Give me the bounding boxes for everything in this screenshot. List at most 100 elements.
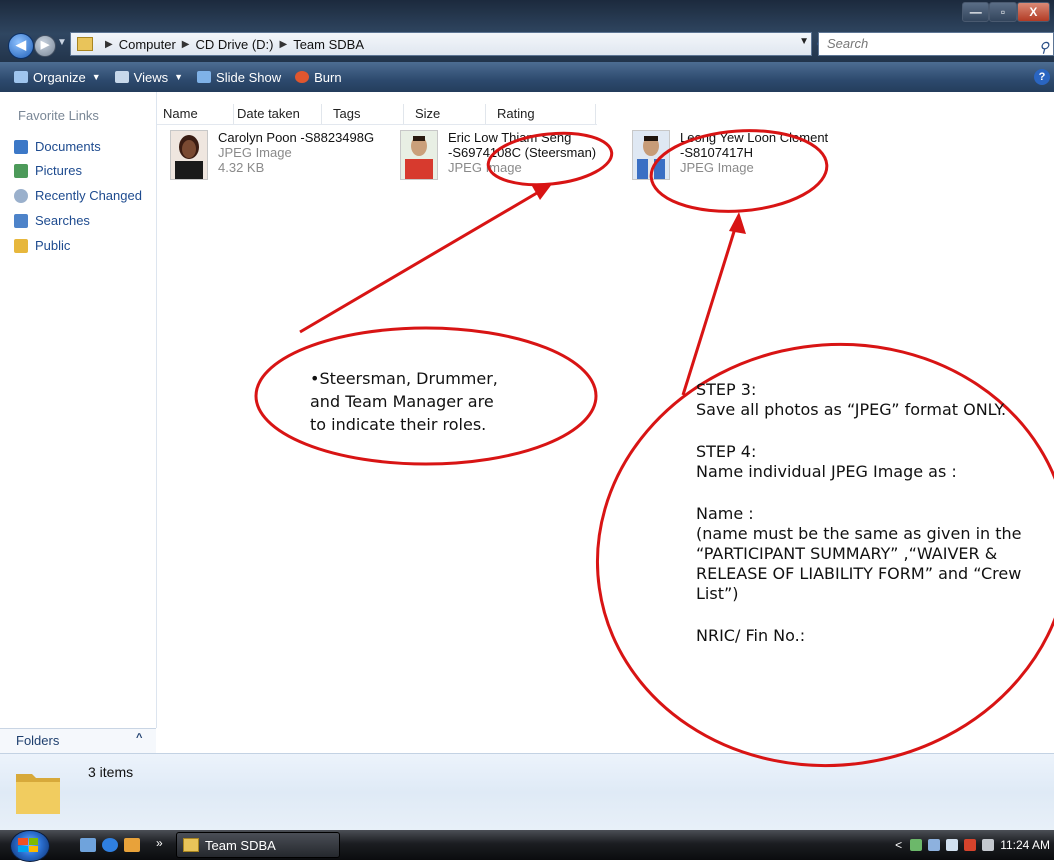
column-header-tags[interactable]: Tags bbox=[333, 106, 360, 121]
quicklaunch-more-icon[interactable]: » bbox=[156, 836, 163, 850]
breadcrumb-separator-icon[interactable]: ▶ bbox=[105, 39, 113, 50]
breadcrumb-computer[interactable]: Computer bbox=[119, 37, 176, 52]
chevron-down-icon: ▼ bbox=[91, 72, 101, 82]
organize-button[interactable]: Organize ▼ bbox=[14, 70, 101, 85]
sidebar-item-label: Pictures bbox=[35, 163, 82, 178]
documents-icon bbox=[14, 139, 28, 154]
slide-show-label: Slide Show bbox=[216, 69, 282, 85]
column-divider[interactable] bbox=[595, 104, 596, 124]
person-photo-icon bbox=[401, 131, 437, 179]
internet-explorer-icon[interactable] bbox=[102, 838, 118, 852]
taskbar-button-team-sdba[interactable]: Team SDBA bbox=[176, 832, 340, 858]
annotation-note: •Steersman, Drummer, and Team Manager ar… bbox=[310, 367, 498, 436]
annotation-steps: STEP 3: Save all photos as “JPEG” format… bbox=[696, 380, 1022, 646]
security-alert-icon[interactable] bbox=[964, 839, 977, 851]
burn-icon bbox=[295, 71, 310, 83]
file-type: JPEG Image bbox=[218, 145, 292, 160]
chevron-down-icon: ▼ bbox=[174, 72, 184, 82]
command-toolbar: Organize ▼ Views ▼ Slide Show Burn ? bbox=[0, 62, 1054, 92]
photo-thumbnail bbox=[170, 130, 208, 180]
folders-label: Folders bbox=[16, 733, 60, 748]
sidebar-item-documents[interactable]: Documents bbox=[14, 139, 101, 154]
navigation-pane: Favorite Links Documents Pictures Recent… bbox=[0, 92, 157, 728]
annotation-note-line: to indicate their roles. bbox=[310, 415, 487, 434]
title-bar: — ▫ X ◀ ▶ ▼ ▶ Computer ▶ CD Drive (D:) ▶… bbox=[0, 0, 1054, 62]
organize-label: Organize bbox=[33, 69, 86, 85]
name-line: RELEASE OF LIABILITY FORM” and “Crew bbox=[696, 564, 1022, 583]
search-placeholder: Search bbox=[827, 36, 869, 51]
column-divider[interactable] bbox=[485, 104, 486, 124]
clock[interactable]: 11:24 AM bbox=[1000, 838, 1050, 852]
favorite-links-title: Favorite Links bbox=[18, 108, 99, 123]
sidebar-item-searches[interactable]: Searches bbox=[14, 213, 90, 228]
arrow-line-steersman bbox=[299, 188, 543, 334]
sidebar-item-recently-changed[interactable]: Recently Changed bbox=[14, 188, 142, 203]
views-button[interactable]: Views ▼ bbox=[114, 70, 184, 85]
person-photo-icon bbox=[633, 131, 669, 179]
arrowhead-steersman bbox=[532, 184, 552, 200]
column-header-date-taken[interactable]: Date taken bbox=[237, 106, 300, 121]
safely-remove-icon[interactable] bbox=[928, 839, 941, 851]
column-headers: Name Date taken Tags Size Rating bbox=[157, 104, 597, 125]
file-name: Carolyn Poon -S8823498G bbox=[218, 130, 375, 145]
step3-title: STEP 3: bbox=[696, 380, 757, 399]
sidebar-item-label: Recently Changed bbox=[35, 188, 142, 203]
device-icon[interactable] bbox=[946, 839, 959, 851]
chevron-left-icon[interactable]: < bbox=[895, 838, 902, 852]
window-controls: — ▫ X bbox=[962, 2, 1050, 22]
column-header-name[interactable]: Name bbox=[163, 106, 198, 121]
breadcrumb-separator-icon[interactable]: ▶ bbox=[279, 39, 287, 50]
file-item-eric-low[interactable]: Eric Low Thiam Seng -S6974108C (Steersma… bbox=[400, 130, 615, 186]
breadcrumb-team-sdba[interactable]: Team SDBA bbox=[293, 37, 364, 52]
address-bar[interactable]: ▶ Computer ▶ CD Drive (D:) ▶ Team SDBA ▼ bbox=[70, 32, 812, 56]
details-pane: 3 items bbox=[0, 753, 1054, 831]
column-header-rating[interactable]: Rating bbox=[497, 106, 535, 121]
close-button[interactable]: X bbox=[1016, 2, 1050, 22]
name-line: “PARTICIPANT SUMMARY” ,“WAIVER & bbox=[696, 544, 998, 563]
photo-thumbnail bbox=[632, 130, 670, 180]
name-line: List”) bbox=[696, 584, 739, 603]
burn-button[interactable]: Burn bbox=[295, 70, 342, 85]
sidebar-item-label: Public bbox=[35, 238, 71, 253]
file-item-carolyn-poon[interactable]: Carolyn Poon -S8823498G JPEG Image 4.32 … bbox=[170, 130, 380, 186]
file-type: JPEG Image bbox=[448, 160, 522, 175]
column-header-size[interactable]: Size bbox=[415, 106, 440, 121]
recent-pages-chevron-icon[interactable]: ▼ bbox=[57, 37, 67, 48]
sidebar-item-label: Documents bbox=[35, 139, 101, 154]
annotation-note-line: •Steersman, Drummer, bbox=[310, 369, 498, 388]
folders-toggle[interactable]: Folders ^ bbox=[0, 728, 156, 753]
column-divider[interactable] bbox=[321, 104, 322, 124]
search-input[interactable]: Search ⚲ bbox=[818, 32, 1054, 56]
column-divider[interactable] bbox=[403, 104, 404, 124]
organize-icon bbox=[14, 71, 28, 83]
file-name-nric: -S8107417H bbox=[680, 145, 753, 160]
taskbar: » Team SDBA < 11:24 AM bbox=[0, 830, 1054, 862]
file-size: 4.32 KB bbox=[218, 160, 265, 175]
annotation-note-line: and Team Manager are bbox=[310, 392, 494, 411]
network-icon[interactable] bbox=[910, 839, 923, 851]
slide-show-button[interactable]: Slide Show bbox=[197, 70, 281, 85]
views-icon bbox=[114, 71, 129, 83]
file-name: Leong Yew Loon Clement bbox=[680, 130, 829, 145]
sidebar-item-public[interactable]: Public bbox=[14, 238, 70, 253]
step4-text: Name individual JPEG Image as : bbox=[696, 462, 957, 481]
show-desktop-icon[interactable] bbox=[80, 838, 96, 852]
chevron-up-icon: ^ bbox=[136, 732, 143, 744]
file-label: Leong Yew Loon Clement -S8107417H JPEG I… bbox=[680, 130, 828, 175]
column-divider[interactable] bbox=[233, 104, 234, 124]
minimize-button[interactable]: — bbox=[962, 2, 990, 22]
back-button[interactable]: ◀ bbox=[8, 33, 34, 59]
windows-logo-icon bbox=[18, 838, 38, 852]
folder-icon bbox=[77, 37, 93, 51]
sidebar-item-pictures[interactable]: Pictures bbox=[14, 163, 82, 178]
media-player-icon[interactable] bbox=[124, 838, 140, 852]
search-icon[interactable]: ⚲ bbox=[1039, 36, 1049, 58]
volume-icon[interactable] bbox=[982, 839, 995, 851]
name-title: Name : bbox=[696, 504, 754, 523]
maximize-button[interactable]: ▫ bbox=[989, 2, 1017, 22]
help-icon[interactable]: ? bbox=[1034, 69, 1050, 85]
breadcrumb-cd-drive[interactable]: CD Drive (D:) bbox=[195, 37, 273, 52]
breadcrumb-separator-icon[interactable]: ▶ bbox=[182, 39, 190, 50]
forward-button[interactable]: ▶ bbox=[34, 35, 56, 57]
file-item-leong-yew-loon[interactable]: Leong Yew Loon Clement -S8107417H JPEG I… bbox=[632, 130, 842, 186]
